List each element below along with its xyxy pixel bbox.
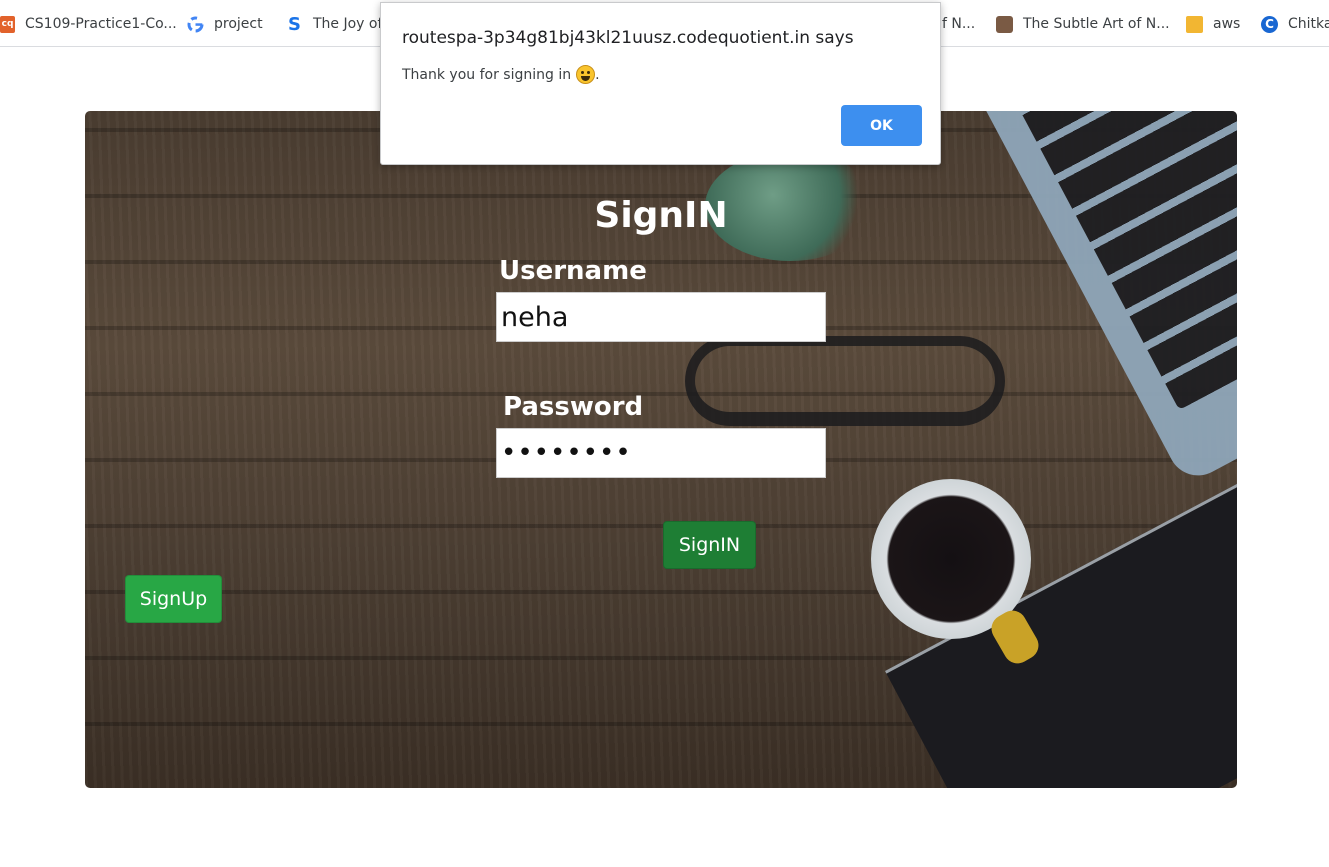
bookmark-aws[interactable]: aws <box>1186 13 1240 35</box>
s-logo-icon: S <box>288 13 301 35</box>
bookmark-label: The Joy of <box>313 16 383 32</box>
bookmark-joy-of[interactable]: S The Joy of <box>286 13 382 35</box>
dialog-message: Thank you for signing in . <box>402 65 600 84</box>
bookmark-label: f N... <box>942 16 976 32</box>
bookmark-chitka[interactable]: C Chitka <box>1261 13 1329 35</box>
cat-avatar-icon <box>996 15 1013 33</box>
signin-card: SignIN Username neha Password •••••••• S… <box>85 111 1237 788</box>
dialog-message-suffix: . <box>595 66 600 83</box>
c-logo-icon: C <box>1261 15 1278 33</box>
google-icon <box>187 16 204 33</box>
bookmark-subtle-art[interactable]: The Subtle Art of N... <box>996 13 1170 35</box>
password-field[interactable]: •••••••• <box>496 428 826 478</box>
bookmark-label: The Subtle Art of N... <box>1023 16 1170 32</box>
grinning-face-icon <box>576 65 596 84</box>
glasses-image <box>685 336 1005 426</box>
bookmark-label: aws <box>1213 16 1241 32</box>
bookmark-label: Chitka <box>1288 16 1329 32</box>
bookmark-cs109[interactable]: cq CS109-Practice1-Co... <box>0 13 177 35</box>
laptop-image <box>965 111 1237 486</box>
username-label: Username <box>499 256 647 286</box>
signin-button[interactable]: SignIN <box>663 521 756 569</box>
page-title: SignIN <box>594 195 728 236</box>
password-label: Password <box>503 392 644 422</box>
bookmark-project[interactable]: project <box>187 13 263 35</box>
signup-button[interactable]: SignUp <box>125 575 222 623</box>
dialog-message-text: Thank you for signing in <box>402 66 572 83</box>
alert-dialog: routespa-3p34g81bj43kl21uusz.codequotien… <box>380 2 941 165</box>
bookmark-label: CS109-Practice1-Co... <box>25 16 177 32</box>
dialog-title: routespa-3p34g81bj43kl21uusz.codequotien… <box>402 28 854 48</box>
bookmark-label: project <box>214 16 263 32</box>
ok-button[interactable]: OK <box>841 105 922 146</box>
codequotient-icon: cq <box>0 15 15 33</box>
username-field[interactable]: neha <box>496 292 826 342</box>
bookmark-partial[interactable]: f N... <box>942 13 975 35</box>
box-icon <box>1186 15 1203 33</box>
